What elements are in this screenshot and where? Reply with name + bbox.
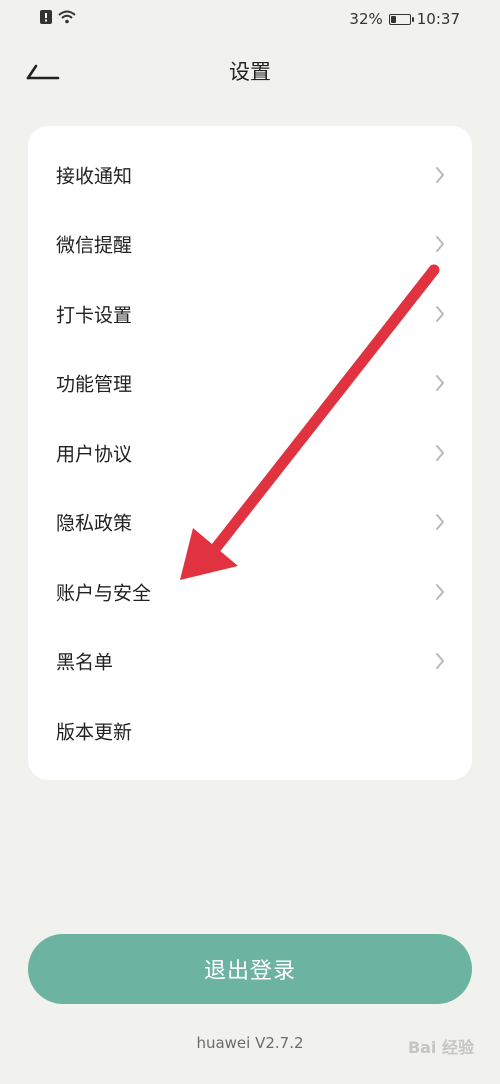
status-time: 10:37 xyxy=(416,10,460,28)
settings-row-label: 隐私政策 xyxy=(56,512,133,535)
chevron-right-icon xyxy=(436,236,444,253)
battery-icon xyxy=(388,13,414,25)
settings-row-label: 接收通知 xyxy=(56,165,133,188)
battery-level xyxy=(390,15,396,23)
settings-row[interactable]: 接收通知 xyxy=(28,140,472,210)
settings-row-label: 版本更新 xyxy=(56,721,133,744)
page-title: 设置 xyxy=(229,60,271,84)
baidu-jingyan-watermark: Bai 经验 xyxy=(407,1038,474,1057)
chevron-right-icon xyxy=(436,305,444,322)
settings-row[interactable]: 隐私政策 xyxy=(28,488,472,558)
chevron-right-icon xyxy=(436,583,444,600)
settings-row-label: 黑名单 xyxy=(56,651,114,674)
settings-row[interactable]: 黑名单 xyxy=(28,627,472,697)
settings-row-label: 功能管理 xyxy=(56,373,133,396)
chevron-right-icon xyxy=(436,166,444,183)
settings-row[interactable]: 微信提醒 xyxy=(28,210,472,280)
logout-button[interactable]: 退出登录 xyxy=(28,934,472,1004)
settings-row[interactable]: 用户协议 xyxy=(28,418,472,488)
alert-icon xyxy=(40,10,52,24)
settings-row-label: 账户与安全 xyxy=(56,582,152,605)
settings-row-label: 打卡设置 xyxy=(56,304,133,327)
settings-card: 接收通知微信提醒打卡设置功能管理用户协议隐私政策账户与安全黑名单版本更新 xyxy=(28,126,472,780)
settings-row[interactable]: 版本更新 xyxy=(28,696,472,766)
battery-percent: 32% xyxy=(349,10,383,28)
status-left xyxy=(40,10,76,24)
settings-row[interactable]: 打卡设置 xyxy=(28,279,472,349)
status-right: 32% 10:37 xyxy=(349,10,460,28)
wifi-icon xyxy=(58,10,76,24)
chevron-right-icon xyxy=(436,653,444,670)
chevron-right-icon xyxy=(436,514,444,531)
settings-row-label: 用户协议 xyxy=(56,443,133,466)
chevron-right-icon xyxy=(436,375,444,392)
chevron-right-icon xyxy=(436,444,444,461)
status-bar: 32% 10:37 xyxy=(0,0,500,38)
settings-row[interactable]: 账户与安全 xyxy=(28,557,472,627)
app-bar: 设置 xyxy=(0,46,500,94)
settings-row[interactable]: 功能管理 xyxy=(28,349,472,419)
settings-row-label: 微信提醒 xyxy=(56,234,133,257)
